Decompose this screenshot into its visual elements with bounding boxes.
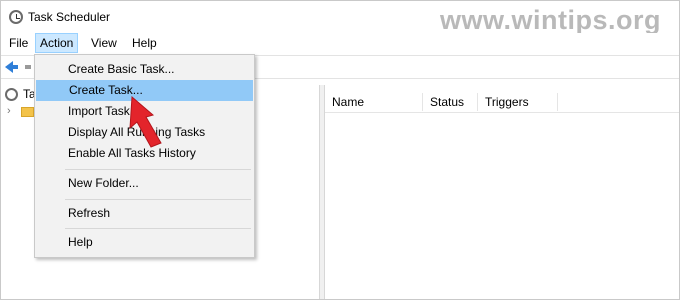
menu-item-label: Help — [68, 235, 93, 249]
menu-help[interactable]: Help — [128, 33, 161, 53]
clock-icon — [9, 10, 23, 24]
menu-item-label: Refresh — [68, 206, 111, 220]
menu-item-label: Import Task... — [68, 104, 140, 118]
menu-bar: File Action View Help — [1, 33, 679, 54]
menu-item-label: Display All Running Tasks — [68, 125, 206, 139]
column-header-triggers[interactable]: Triggers — [478, 93, 558, 111]
column-header-status[interactable]: Status — [423, 93, 478, 111]
menu-item-create-task[interactable]: Create Task... — [36, 80, 253, 101]
task-list: Name Status Triggers — [325, 85, 679, 299]
menu-item-label: Enable All Tasks History — [68, 146, 196, 160]
menu-item-display-running[interactable]: Display All Running Tasks — [36, 122, 253, 143]
menu-view[interactable]: View — [87, 33, 121, 53]
menu-item-import-task[interactable]: Import Task... — [36, 101, 253, 122]
menu-item-create-basic-task[interactable]: Create Basic Task... — [36, 59, 253, 80]
menu-item-label: New Folder... — [68, 176, 139, 190]
menu-item-label: Create Basic Task... — [68, 62, 175, 76]
back-arrow-icon[interactable] — [5, 61, 18, 73]
task-scheduler-window: Task Scheduler www.wintips.org File Acti… — [0, 0, 680, 300]
header-divider — [325, 112, 679, 113]
menu-separator — [65, 199, 251, 200]
column-header-name[interactable]: Name — [325, 93, 423, 111]
menu-item-label: Create Task... — [69, 83, 143, 97]
menu-item-new-folder[interactable]: New Folder... — [36, 173, 253, 194]
menu-separator — [65, 169, 251, 170]
folder-icon — [21, 107, 34, 117]
menu-item-refresh[interactable]: Refresh — [36, 203, 253, 224]
menu-separator — [65, 228, 251, 229]
action-menu: Create Basic Task... Create Task... Impo… — [34, 54, 255, 258]
expander-icon[interactable]: › — [7, 105, 11, 117]
clock-icon — [5, 88, 18, 101]
menu-file[interactable]: File — [5, 33, 32, 53]
menu-action[interactable]: Action — [35, 33, 79, 53]
menu-item-enable-history[interactable]: Enable All Tasks History — [36, 143, 253, 164]
forward-button[interactable] — [25, 65, 31, 69]
title-bar: Task Scheduler www.wintips.org — [1, 1, 679, 35]
window-title: Task Scheduler — [28, 10, 111, 24]
watermark: www.wintips.org — [440, 5, 661, 35]
menu-item-help[interactable]: Help — [36, 232, 253, 253]
